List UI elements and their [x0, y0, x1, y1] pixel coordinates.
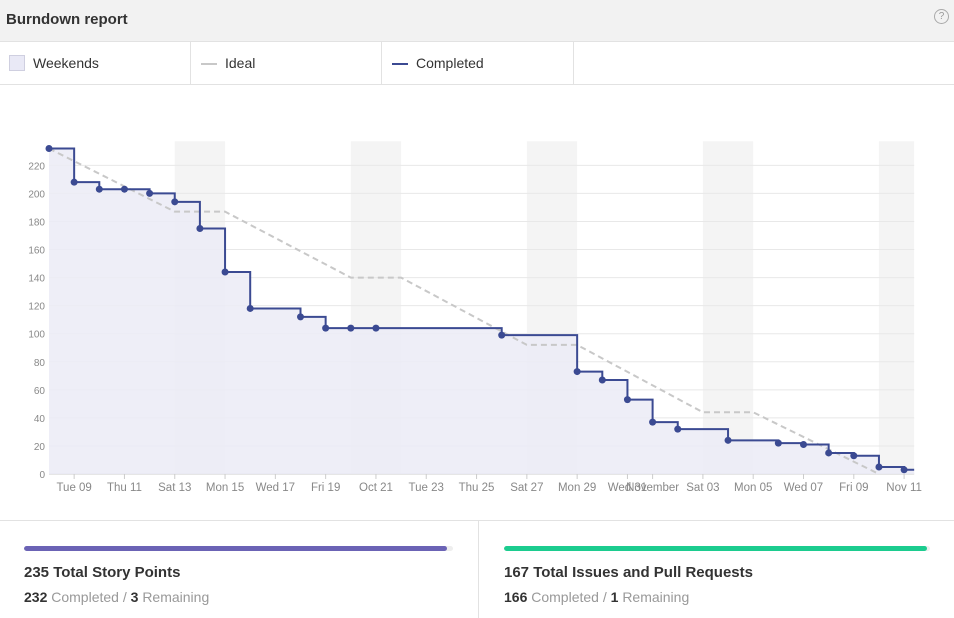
- burndown-chart: 0 20 40 60 80 100 120 140 160 180 200 220 Tue 09 Thu …: [28, 141, 922, 494]
- legend-item-weekends[interactable]: Weekends: [0, 42, 191, 84]
- completed-point: [825, 449, 833, 457]
- completed-point: [724, 436, 732, 444]
- completed-point: [649, 418, 657, 426]
- y-tick-label: 40: [34, 414, 46, 425]
- issues-completed-value: 166: [504, 589, 528, 605]
- legend-item-ideal[interactable]: Ideal: [191, 42, 382, 84]
- completed-point: [800, 441, 807, 449]
- x-tick-label: Tue 23: [409, 482, 444, 494]
- y-tick-label: 100: [28, 330, 45, 341]
- x-tick-label: Tue 09: [56, 482, 91, 494]
- issues-progress-fill: [504, 546, 928, 551]
- issues-remaining-value: 1: [610, 589, 619, 605]
- x-tick-label: November: [626, 482, 679, 494]
- completed-point: [674, 425, 682, 433]
- y-tick-label: 140: [28, 274, 45, 285]
- y-tick-label: 60: [34, 386, 46, 397]
- ideal-line-icon: [201, 63, 217, 65]
- x-tick-label: Thu 25: [459, 482, 495, 494]
- y-tick-label: 180: [28, 217, 45, 228]
- story-remaining-value: 3: [130, 589, 139, 605]
- y-tick-label: 20: [34, 442, 46, 453]
- completed-point: [120, 185, 128, 193]
- issues-summary: 166 Completed / 1 Remaining: [504, 589, 689, 605]
- y-tick-label: 200: [28, 189, 45, 200]
- completed-point: [498, 331, 506, 339]
- issues-title: 167 Total Issues and Pull Requests: [504, 564, 753, 581]
- story-separator: /: [122, 589, 127, 605]
- report-header: Burndown report ?: [0, 0, 954, 42]
- completed-point: [774, 439, 782, 447]
- x-tick-label: Wed 07: [784, 482, 823, 494]
- completed-point: [221, 268, 229, 276]
- weekends-swatch-icon: [9, 55, 25, 71]
- x-tick-label: Thu 11: [107, 482, 142, 494]
- completed-point: [623, 396, 631, 404]
- story-points-title: 235 Total Story Points: [24, 564, 181, 581]
- chart-legend: Weekends Ideal Completed: [0, 42, 954, 85]
- story-completed-label: Completed: [51, 589, 119, 605]
- y-tick-label: 160: [28, 246, 45, 257]
- x-tick-label: Oct 21: [359, 482, 393, 494]
- legend-ideal-label: Ideal: [225, 55, 256, 71]
- x-tick-label: Mon 29: [558, 482, 596, 494]
- issues-completed-label: Completed: [531, 589, 599, 605]
- completed-point: [573, 368, 581, 376]
- legend-weekends-label: Weekends: [33, 55, 99, 71]
- x-tick-label: Fri 19: [311, 482, 340, 494]
- completed-point: [322, 324, 330, 332]
- story-points-progress-fill: [24, 546, 448, 551]
- y-tick-label: 120: [28, 302, 45, 313]
- completed-point: [246, 304, 254, 312]
- weekend-band: [878, 141, 915, 474]
- page-title: Burndown report: [6, 11, 128, 28]
- story-remaining-label: Remaining: [142, 589, 210, 605]
- completed-point: [372, 324, 380, 332]
- weekend-band: [702, 141, 754, 474]
- issues-progress: [504, 546, 930, 551]
- x-tick-label: Sat 13: [158, 482, 191, 494]
- completed-point: [900, 466, 908, 474]
- legend-item-completed[interactable]: Completed: [382, 42, 574, 84]
- completed-point: [196, 224, 204, 232]
- x-tick-label: Sat 27: [510, 482, 543, 494]
- x-tick-label: Sat 03: [686, 482, 719, 494]
- stats-divider: [0, 520, 954, 521]
- x-tick-label: Fri 09: [839, 482, 868, 494]
- issues-separator: /: [602, 589, 607, 605]
- completed-point: [171, 198, 179, 206]
- x-tick-label: Nov 11: [886, 482, 922, 494]
- stats-divider-vertical: [478, 521, 479, 618]
- help-icon[interactable]: ?: [934, 9, 949, 24]
- y-tick-label: 0: [39, 470, 45, 481]
- legend-completed-label: Completed: [416, 55, 484, 71]
- completed-point: [45, 145, 53, 153]
- completed-point: [850, 452, 858, 460]
- completed-line-icon: [392, 63, 408, 65]
- completed-point: [146, 189, 154, 197]
- story-completed-value: 232: [24, 589, 48, 605]
- story-points-summary: 232 Completed / 3 Remaining: [24, 589, 209, 605]
- y-tick-label: 220: [28, 161, 45, 172]
- completed-point: [598, 376, 606, 384]
- y-tick-label: 80: [34, 358, 46, 369]
- completed-point: [70, 178, 78, 186]
- issues-remaining-label: Remaining: [622, 589, 690, 605]
- x-tick-label: Mon 15: [206, 482, 244, 494]
- completed-point: [297, 313, 304, 321]
- x-tick-label: Wed 17: [256, 482, 295, 494]
- completed-point: [347, 324, 355, 332]
- story-points-progress: [24, 546, 453, 551]
- x-tick-label: Mon 05: [734, 482, 772, 494]
- completed-point: [95, 185, 103, 193]
- completed-point: [875, 463, 883, 471]
